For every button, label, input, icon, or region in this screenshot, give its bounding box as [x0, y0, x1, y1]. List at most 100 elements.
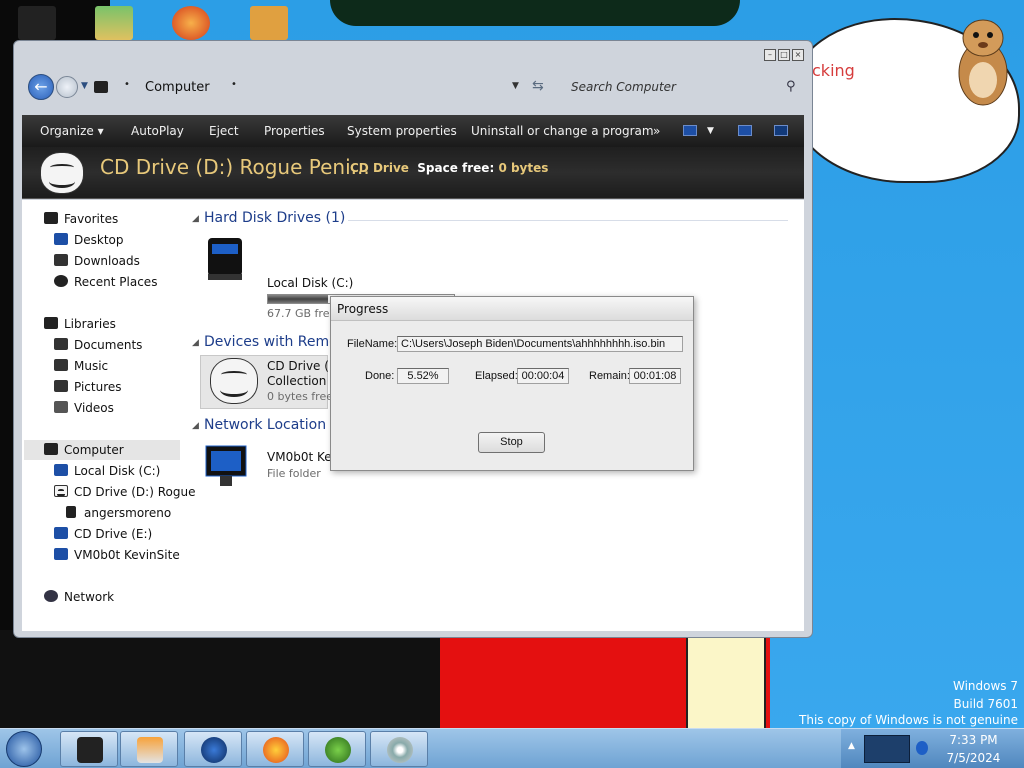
- media-player-icon: [137, 737, 163, 763]
- taskbar-network-button[interactable]: [184, 731, 242, 767]
- watermark-line1: Windows 7: [952, 679, 1018, 693]
- stop-button[interactable]: Stop: [478, 432, 545, 453]
- nav-desktop[interactable]: Desktop: [74, 233, 124, 247]
- remain-field: 00:01:08: [629, 368, 681, 384]
- uninstall-program-button[interactable]: Uninstall or change a program: [471, 124, 654, 138]
- filename-field: C:\Users\Joseph Biden\Documents\ahhhhhhh…: [397, 336, 683, 352]
- header-space-value: 0 bytes: [498, 161, 549, 175]
- recent-places-icon: [54, 275, 68, 287]
- local-disk-name[interactable]: Local Disk (C:): [267, 276, 353, 290]
- breadcrumb-separator-icon[interactable]: •: [231, 79, 237, 90]
- nav-local-disk[interactable]: Local Disk (C:): [74, 464, 160, 478]
- desktop-app-icon[interactable]: [172, 6, 210, 40]
- cd-drive-name-line2[interactable]: Collection: [267, 374, 326, 388]
- videos-icon: [54, 401, 68, 413]
- eject-button[interactable]: Eject: [209, 124, 239, 138]
- more-commands-button[interactable]: »: [653, 124, 660, 138]
- header-info: CD Drive Space free: 0 bytes: [350, 161, 548, 175]
- elapsed-field: 00:00:04: [517, 368, 569, 384]
- clock-time[interactable]: 7:33 PM: [925, 733, 1022, 747]
- close-button[interactable]: ×: [792, 49, 804, 61]
- maximize-button[interactable]: □: [778, 49, 790, 61]
- trollface-icon: [54, 485, 68, 497]
- local-disk-icon[interactable]: [202, 234, 248, 282]
- organize-button[interactable]: Organize ▾: [40, 124, 104, 138]
- taskbar-windows-button[interactable]: [308, 731, 366, 767]
- disc-icon: [387, 737, 413, 763]
- change-view-icon[interactable]: [683, 125, 697, 136]
- minimize-button[interactable]: –: [764, 49, 776, 61]
- breadcrumb-computer[interactable]: Computer: [145, 80, 210, 95]
- back-button[interactable]: ←: [28, 74, 54, 100]
- refresh-icon[interactable]: ⇆: [532, 78, 544, 94]
- desktop-folder2-icon[interactable]: [250, 6, 288, 40]
- system-properties-button[interactable]: System properties: [347, 124, 457, 138]
- star-icon: [44, 212, 58, 224]
- remain-label: Remain:: [589, 370, 630, 382]
- nav-cd-drive-e[interactable]: CD Drive (E:): [74, 527, 152, 541]
- header-space-label: Space free:: [417, 161, 495, 175]
- tray-app-icon[interactable]: [864, 735, 910, 763]
- header-type: CD Drive: [350, 161, 409, 175]
- autoplay-button[interactable]: AutoPlay: [131, 124, 184, 138]
- taskbar-media-button[interactable]: [120, 731, 178, 767]
- dialog-title[interactable]: Progress: [331, 297, 693, 321]
- search-icon[interactable]: ⚲: [786, 79, 796, 94]
- network-icon: [44, 590, 58, 602]
- group-hard-disk-drives[interactable]: Hard Disk Drives (1): [204, 210, 345, 226]
- history-dropdown-icon[interactable]: ▼: [81, 81, 88, 91]
- search-input[interactable]: Search Computer: [571, 80, 676, 94]
- nav-computer[interactable]: Computer: [64, 443, 124, 457]
- nav-favorites[interactable]: Favorites: [64, 212, 118, 226]
- nav-libraries[interactable]: Libraries: [64, 317, 116, 331]
- collapse-arrow-icon[interactable]: ◢: [192, 214, 199, 224]
- elapsed-label: Elapsed:: [475, 370, 518, 382]
- desktop-folder-icon[interactable]: [95, 6, 133, 40]
- desktop-icon: [54, 233, 68, 245]
- breadcrumb-separator-icon[interactable]: •: [124, 79, 130, 90]
- trollface-icon: [40, 152, 84, 194]
- libraries-icon: [44, 317, 58, 329]
- desktop-yellow-panel: [686, 638, 766, 730]
- watermark-line2: Build 7601: [953, 697, 1018, 711]
- collapse-arrow-icon[interactable]: ◢: [192, 338, 199, 348]
- forward-button[interactable]: [56, 76, 78, 98]
- address-bar: ← ▼ • Computer • ▼ ⇆ Search Computer ⚲: [26, 73, 806, 103]
- nav-documents[interactable]: Documents: [74, 338, 142, 352]
- view-dropdown-icon[interactable]: ▼: [707, 126, 714, 136]
- properties-button[interactable]: Properties: [264, 124, 325, 138]
- address-dropdown-icon[interactable]: ▼: [512, 81, 519, 91]
- window-controls: – □ ×: [764, 49, 804, 61]
- nav-videos[interactable]: Videos: [74, 401, 114, 415]
- nav-music[interactable]: Music: [74, 359, 108, 373]
- show-hidden-icons-icon[interactable]: ▲: [848, 741, 855, 751]
- firefox-icon: [263, 737, 289, 763]
- desktop-dark-bottom: [0, 630, 440, 730]
- computer-icon: [94, 81, 108, 93]
- cd-drive-icon: [54, 527, 68, 539]
- done-label: Done:: [365, 370, 395, 382]
- network-location-icon[interactable]: [202, 442, 252, 490]
- start-button[interactable]: [6, 731, 42, 767]
- group-network-location[interactable]: Network Location (1): [204, 417, 350, 433]
- clock-date[interactable]: 7/5/2024: [925, 751, 1022, 765]
- collapse-arrow-icon[interactable]: ◢: [192, 421, 199, 431]
- taskbar-disc-button[interactable]: [370, 731, 428, 767]
- desktop-recycle-bin-icon[interactable]: [18, 6, 56, 40]
- help-icon[interactable]: [774, 125, 788, 136]
- trollface-icon[interactable]: [210, 358, 258, 404]
- preview-pane-icon[interactable]: [738, 125, 752, 136]
- nav-downloads[interactable]: Downloads: [74, 254, 140, 268]
- taskbar-firefox-button[interactable]: [246, 731, 304, 767]
- nav-network[interactable]: Network: [64, 590, 114, 604]
- nav-angersmoreno[interactable]: angersmoreno: [84, 506, 171, 520]
- nav-recent-places[interactable]: Recent Places: [74, 275, 157, 289]
- nav-cd-drive-d[interactable]: CD Drive (D:) Rogue: [74, 485, 195, 499]
- nav-pictures[interactable]: Pictures: [74, 380, 122, 394]
- done-field: 5.52%: [397, 368, 449, 384]
- taskbar-explorer-button[interactable]: [60, 731, 118, 767]
- progress-dialog: Progress FileName: C:\Users\Joseph Biden…: [330, 296, 694, 471]
- vm0b0t-type: File folder: [267, 467, 321, 480]
- nav-vm0b0t[interactable]: VM0b0t KevinSite: [74, 548, 180, 562]
- hamster-icon: [958, 19, 1008, 106]
